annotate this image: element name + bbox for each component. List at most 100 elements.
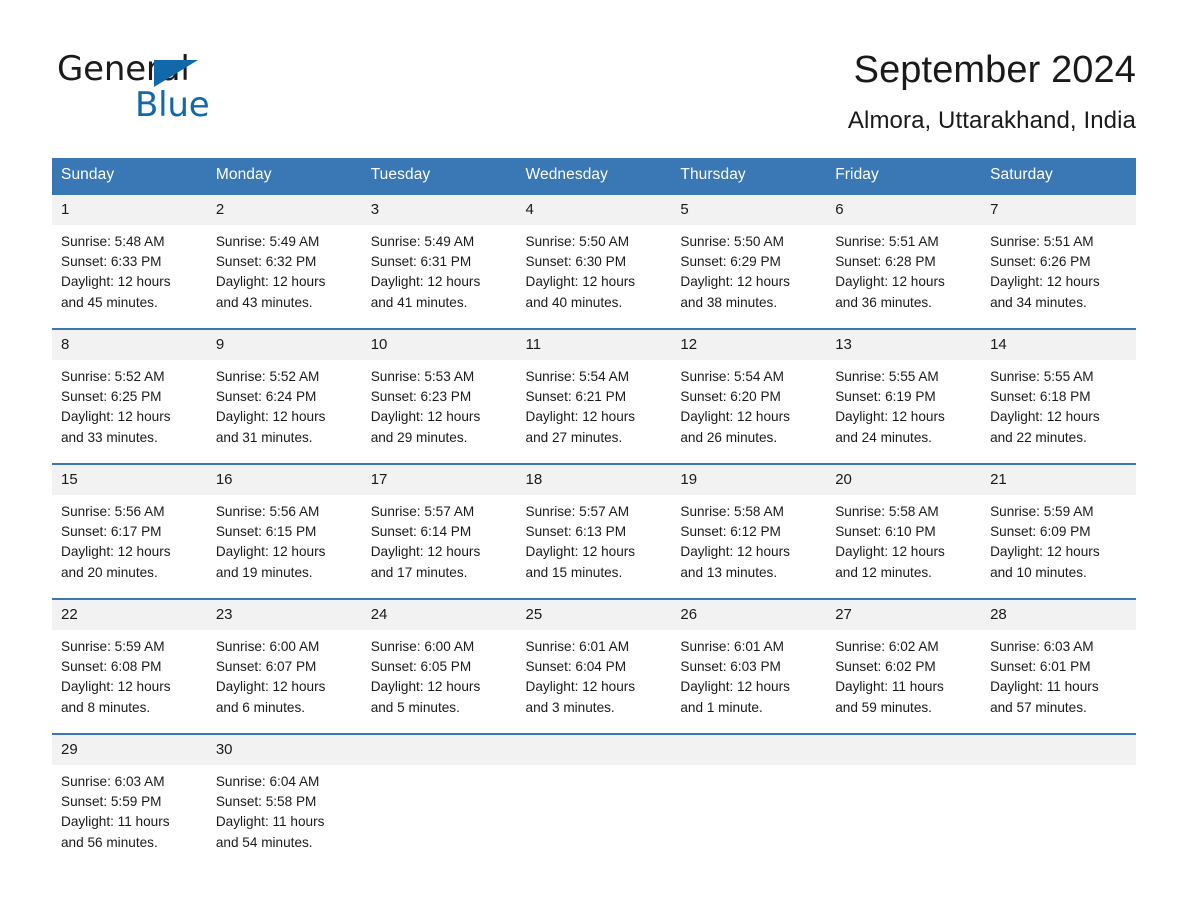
sunrise-text: Sunrise: 5:58 AM <box>835 504 939 519</box>
daylight-text-line2: and 13 minutes. <box>680 564 778 580</box>
day-details: Sunrise: 5:48 AM Sunset: 6:33 PM Dayligh… <box>52 225 207 313</box>
weekday-header-thursday: Thursday <box>671 158 827 194</box>
day-details: Sunrise: 6:03 AM Sunset: 6:01 PM Dayligh… <box>981 630 1136 718</box>
day-details: Sunrise: 6:01 AM Sunset: 6:04 PM Dayligh… <box>517 630 672 718</box>
day-cell[interactable]: 27 Sunrise: 6:02 AM Sunset: 6:02 PM Dayl… <box>826 598 982 734</box>
sunset-text: Sunset: 6:20 PM <box>680 389 781 405</box>
daylight-text-line2: and 1 minute. <box>680 699 763 715</box>
day-cell[interactable]: 10 Sunrise: 5:53 AM Sunset: 6:23 PM Dayl… <box>361 328 517 464</box>
week-row: 15 Sunrise: 5:56 AM Sunset: 6:17 PM Dayl… <box>52 463 1136 599</box>
day-cell[interactable]: 23 Sunrise: 6:00 AM Sunset: 6:07 PM Dayl… <box>206 598 362 734</box>
daylight-text-line2: and 38 minutes. <box>680 294 778 310</box>
day-number: 3 <box>361 195 517 225</box>
daylight-text-line1: Daylight: 12 hours <box>215 274 326 290</box>
day-cell[interactable]: 11 Sunrise: 5:54 AM Sunset: 6:21 PM Dayl… <box>516 328 672 464</box>
daylight-text-line2: and 29 minutes. <box>370 429 468 445</box>
day-details: Sunrise: 5:56 AM Sunset: 6:17 PM Dayligh… <box>52 495 207 583</box>
day-details: Sunrise: 5:54 AM Sunset: 6:21 PM Dayligh… <box>517 360 672 448</box>
day-cell[interactable]: 12 Sunrise: 5:54 AM Sunset: 6:20 PM Dayl… <box>671 328 827 464</box>
daylight-text-line2: and 19 minutes. <box>215 564 313 580</box>
day-cell[interactable]: 19 Sunrise: 5:58 AM Sunset: 6:12 PM Dayl… <box>671 463 827 599</box>
day-details: Sunrise: 5:57 AM Sunset: 6:13 PM Dayligh… <box>517 495 672 583</box>
sunrise-text: Sunrise: 5:53 AM <box>370 369 475 384</box>
day-cell[interactable]: 15 Sunrise: 5:56 AM Sunset: 6:17 PM Dayl… <box>52 463 207 599</box>
daylight-text-line2: and 45 minutes. <box>61 294 158 310</box>
daylight-text-line1: Daylight: 12 hours <box>61 544 171 560</box>
day-details: Sunrise: 5:58 AM Sunset: 6:12 PM Dayligh… <box>671 495 826 583</box>
day-details: Sunrise: 5:56 AM Sunset: 6:15 PM Dayligh… <box>207 495 362 583</box>
sunrise-text: Sunrise: 5:50 AM <box>525 234 630 249</box>
calendar-grid: Sunday Monday Tuesday Wednesday Thursday… <box>52 158 1136 853</box>
sunrise-text: Sunrise: 5:48 AM <box>61 234 165 249</box>
sunrise-text: Sunrise: 6:02 AM <box>835 639 939 654</box>
sunrise-text: Sunrise: 6:00 AM <box>215 639 320 654</box>
day-cell[interactable]: 3 Sunrise: 5:49 AM Sunset: 6:31 PM Dayli… <box>361 193 517 329</box>
day-number: 11 <box>516 330 672 360</box>
day-cell[interactable]: 5 Sunrise: 5:50 AM Sunset: 6:29 PM Dayli… <box>671 193 827 329</box>
day-cell[interactable]: 29 Sunrise: 6:03 AM Sunset: 5:59 PM Dayl… <box>52 733 207 853</box>
day-number: 8 <box>52 330 207 360</box>
day-number: 25 <box>516 600 672 630</box>
day-cell[interactable]: 21 Sunrise: 5:59 AM Sunset: 6:09 PM Dayl… <box>981 463 1136 599</box>
day-cell[interactable]: 17 Sunrise: 5:57 AM Sunset: 6:14 PM Dayl… <box>361 463 517 599</box>
day-number <box>671 735 827 765</box>
day-number <box>516 735 672 765</box>
day-number: 28 <box>981 600 1136 630</box>
day-cell[interactable]: 9 Sunrise: 5:52 AM Sunset: 6:24 PM Dayli… <box>206 328 362 464</box>
weekday-header-monday: Monday <box>206 158 362 194</box>
day-cell[interactable]: 30 Sunrise: 6:04 AM Sunset: 5:58 PM Dayl… <box>206 733 362 853</box>
sunset-text: Sunset: 6:09 PM <box>990 524 1091 540</box>
day-cell-empty <box>516 733 672 853</box>
day-details: Sunrise: 5:51 AM Sunset: 6:28 PM Dayligh… <box>826 225 981 313</box>
day-cell[interactable]: 20 Sunrise: 5:58 AM Sunset: 6:10 PM Dayl… <box>826 463 982 599</box>
day-details: Sunrise: 5:52 AM Sunset: 6:25 PM Dayligh… <box>52 360 207 448</box>
brand-name-blue: Blue <box>135 85 210 125</box>
sunset-text: Sunset: 6:04 PM <box>525 659 627 675</box>
day-cell[interactable]: 26 Sunrise: 6:01 AM Sunset: 6:03 PM Dayl… <box>671 598 827 734</box>
daylight-text-line2: and 41 minutes. <box>370 294 468 310</box>
weekday-header-friday: Friday <box>826 158 982 194</box>
daylight-text-line2: and 24 minutes. <box>835 429 932 445</box>
daylight-text-line1: Daylight: 12 hours <box>61 679 171 695</box>
day-cell[interactable]: 13 Sunrise: 5:55 AM Sunset: 6:19 PM Dayl… <box>826 328 982 464</box>
day-cell[interactable]: 14 Sunrise: 5:55 AM Sunset: 6:18 PM Dayl… <box>981 328 1136 464</box>
day-cell[interactable]: 8 Sunrise: 5:52 AM Sunset: 6:25 PM Dayli… <box>52 328 207 464</box>
day-number: 7 <box>981 195 1136 225</box>
sunset-text: Sunset: 6:18 PM <box>990 389 1091 405</box>
day-number <box>361 735 517 765</box>
day-cell[interactable]: 16 Sunrise: 5:56 AM Sunset: 6:15 PM Dayl… <box>206 463 362 599</box>
sunrise-text: Sunrise: 5:55 AM <box>835 369 939 384</box>
day-cell[interactable]: 28 Sunrise: 6:03 AM Sunset: 6:01 PM Dayl… <box>981 598 1136 734</box>
daylight-text-line1: Daylight: 12 hours <box>525 274 636 290</box>
sunset-text: Sunset: 6:10 PM <box>835 524 936 540</box>
day-cell[interactable]: 6 Sunrise: 5:51 AM Sunset: 6:28 PM Dayli… <box>826 193 982 329</box>
day-cell[interactable]: 1 Sunrise: 5:48 AM Sunset: 6:33 PM Dayli… <box>52 193 207 329</box>
day-number: 18 <box>516 465 672 495</box>
daylight-text-line2: and 10 minutes. <box>990 564 1087 580</box>
daylight-text-line1: Daylight: 11 hours <box>835 679 944 695</box>
day-cell[interactable]: 4 Sunrise: 5:50 AM Sunset: 6:30 PM Dayli… <box>516 193 672 329</box>
daylight-text-line2: and 20 minutes. <box>61 564 158 580</box>
sunset-text: Sunset: 6:13 PM <box>525 524 627 540</box>
day-number: 29 <box>52 735 207 765</box>
day-cell[interactable]: 24 Sunrise: 6:00 AM Sunset: 6:05 PM Dayl… <box>361 598 517 734</box>
generalblue-logo[interactable]: General Blue <box>57 44 257 125</box>
daylight-text-line1: Daylight: 12 hours <box>370 409 481 425</box>
sunset-text: Sunset: 5:59 PM <box>61 794 162 810</box>
day-cell[interactable]: 25 Sunrise: 6:01 AM Sunset: 6:04 PM Dayl… <box>516 598 672 734</box>
sunrise-text: Sunrise: 5:57 AM <box>525 504 630 519</box>
sunset-text: Sunset: 5:58 PM <box>215 794 317 810</box>
calendar-body: 1 Sunrise: 5:48 AM Sunset: 6:33 PM Dayli… <box>52 193 1136 853</box>
sunrise-text: Sunrise: 5:59 AM <box>61 639 165 654</box>
day-cell[interactable]: 22 Sunrise: 5:59 AM Sunset: 6:08 PM Dayl… <box>52 598 207 734</box>
daylight-text-line2: and 15 minutes. <box>525 564 623 580</box>
daylight-text-line1: Daylight: 12 hours <box>525 544 636 560</box>
day-cell[interactable]: 18 Sunrise: 5:57 AM Sunset: 6:13 PM Dayl… <box>516 463 672 599</box>
day-number: 15 <box>52 465 207 495</box>
sunset-text: Sunset: 6:01 PM <box>990 659 1091 675</box>
day-cell[interactable]: 2 Sunrise: 5:49 AM Sunset: 6:32 PM Dayli… <box>206 193 362 329</box>
day-cell[interactable]: 7 Sunrise: 5:51 AM Sunset: 6:26 PM Dayli… <box>981 193 1136 329</box>
day-number <box>981 735 1136 765</box>
weekday-header-tuesday: Tuesday <box>361 158 517 194</box>
day-details: Sunrise: 5:49 AM Sunset: 6:31 PM Dayligh… <box>362 225 517 313</box>
